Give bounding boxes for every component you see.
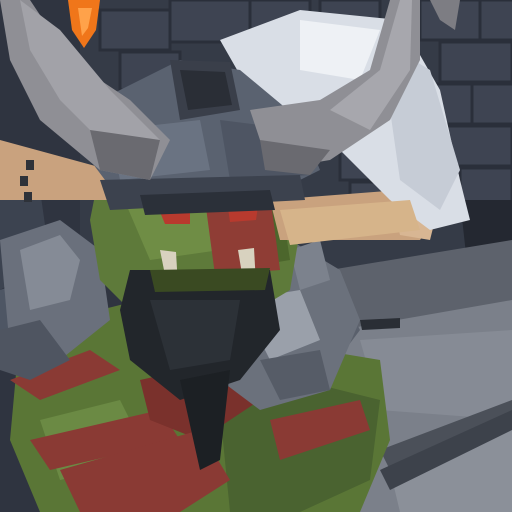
game-scene — [0, 0, 512, 512]
orc-mouth — [150, 268, 270, 292]
scene-canvas — [0, 0, 512, 512]
